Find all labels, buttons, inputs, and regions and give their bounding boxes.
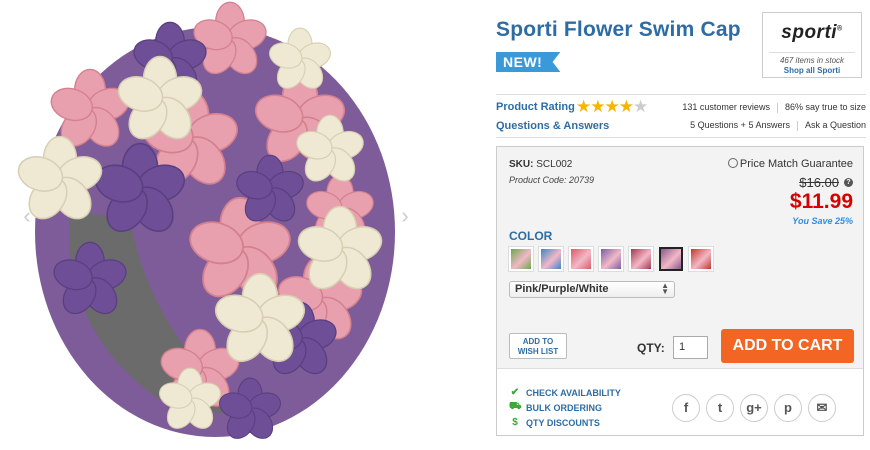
divider <box>776 102 778 113</box>
rating-row: Product Rating ★★★★★ Questions & Answers… <box>496 94 866 138</box>
email-icon[interactable]: ✉ <box>808 394 836 422</box>
swatch-red[interactable] <box>569 247 593 271</box>
add-to-wish-list-button[interactable]: ADD TO WISH LIST <box>509 333 567 359</box>
stock-count: 467 items in stock <box>779 56 845 65</box>
swatch-red-green[interactable] <box>689 247 713 271</box>
brand-divider <box>769 52 855 53</box>
sporti-logo[interactable]: sporti® <box>763 22 861 44</box>
new-badge: NEW! <box>496 52 561 72</box>
price-match-icon <box>727 158 738 168</box>
questions-answers-label[interactable]: Questions & Answers <box>496 120 609 132</box>
product-title: Sporti Flower Swim Cap <box>496 18 741 41</box>
purchase-link[interactable]: ⛟ BULK ORDERING <box>509 400 621 415</box>
add-to-cart-button[interactable]: ADD TO CART <box>721 329 854 363</box>
price-match-guarantee[interactable]: Price Match Guarantee <box>727 158 853 170</box>
product-image-area: ‹ › <box>0 0 445 450</box>
color-select[interactable]: Pink/Purple/White ▲ ▼ <box>509 281 675 298</box>
savings-text: You Save 25% <box>792 216 853 226</box>
star-filled-icon: ★ <box>590 97 605 116</box>
check-icon: ✔ <box>510 387 520 398</box>
star-filled-icon: ★ <box>604 97 620 116</box>
swatch-blue[interactable] <box>539 247 563 271</box>
twitter-icon[interactable]: t <box>706 394 734 422</box>
brand-box[interactable]: sporti® 467 items in stock Shop all Spor… <box>762 12 862 78</box>
purchase-links: ✔ CHECK AVAILABILITY ⛟ BULK ORDERING $ QTY DI… <box>509 385 621 430</box>
original-price: $16.00 <box>799 175 839 190</box>
star-rating[interactable]: ★★★★★ <box>576 97 648 117</box>
size-note: 86% say true to size <box>784 102 866 112</box>
truck-icon: ⛟ <box>509 401 522 412</box>
shop-all-link[interactable]: Shop all Sporti <box>763 66 861 75</box>
color-swatches <box>509 247 719 271</box>
select-caret-icon: ▲ ▼ <box>661 281 669 296</box>
facebook-icon[interactable]: f <box>672 394 700 422</box>
review-meta: 131 customer reviews 86% say true to size <box>682 102 866 113</box>
purchase-panel: SKU: SCL002 Product Code: 20739 Price Ma… <box>496 146 864 436</box>
qty-label: QTY: <box>637 341 665 355</box>
product-code: Product Code: 20739 <box>509 175 595 185</box>
qa-count-link[interactable]: 5 Questions + 5 Answers <box>690 120 790 130</box>
purchase-link[interactable]: $ QTY DISCOUNTS <box>509 415 621 430</box>
color-label: COLOR <box>509 229 553 243</box>
purchase-link-label: BULK ORDERING <box>526 402 602 413</box>
swatch-multicolor[interactable] <box>509 247 533 271</box>
social-share: f t g+ p ✉ <box>672 394 842 422</box>
dollar-icon: $ <box>512 417 518 428</box>
reviews-link[interactable]: 131 customer reviews <box>682 102 770 112</box>
star-filled-icon: ★ <box>618 97 634 116</box>
qa-meta: 5 Questions + 5 Answers Ask a Question <box>690 120 866 131</box>
next-image-arrow-icon[interactable]: › <box>398 203 412 229</box>
swatch-purple[interactable] <box>599 247 623 271</box>
previous-image-arrow-icon[interactable]: ‹ <box>20 203 34 229</box>
product-image <box>13 1 395 445</box>
purchase-link-label: QTY DISCOUNTS <box>526 417 600 428</box>
star-empty-icon: ★ <box>633 97 648 116</box>
star-filled-icon: ★ <box>576 97 591 116</box>
info-icon[interactable]: ? <box>844 178 853 187</box>
purchase-panel-top: SKU: SCL002 Product Code: 20739 Price Ma… <box>497 147 863 369</box>
swatch-pink-purple-white[interactable] <box>659 247 683 271</box>
sale-price: $11.99 <box>789 190 853 213</box>
google-plus-icon[interactable]: g+ <box>740 394 768 422</box>
sku: SKU: SCL002 <box>509 159 573 170</box>
divider <box>796 120 798 131</box>
purchase-link-label: CHECK AVAILABILITY <box>526 387 621 398</box>
qty-input[interactable]: 1 <box>673 336 708 359</box>
pinterest-icon[interactable]: p <box>774 394 802 422</box>
swatch-pink-dark[interactable] <box>629 247 653 271</box>
purchase-link[interactable]: ✔ CHECK AVAILABILITY <box>509 385 621 400</box>
product-rating-label: Product Rating <box>496 101 575 113</box>
ask-question-link[interactable]: Ask a Question <box>805 120 866 130</box>
